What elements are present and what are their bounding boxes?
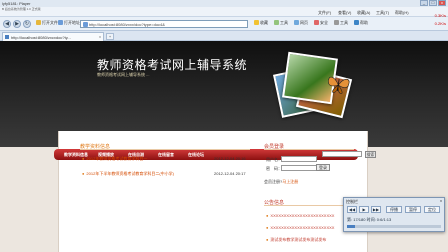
gear-icon [334,20,339,25]
list-item[interactable]: ● 2012年下半年教师资格考试教育学科目二(中小学) [82,171,174,177]
list-item-date: 2012-12-04 20:16 [214,156,246,161]
close-window-button[interactable]: x [438,0,446,6]
bullet-icon: ● [266,237,269,242]
open-file-button[interactable]: 打开文件 [36,20,58,26]
menu-view[interactable]: 查看(V) [338,10,351,16]
search-button[interactable]: 搜索 [365,151,376,158]
navigation-bar: ◀ ▶ ↻ 打开文件 打开地址 http://localhost:8080/zx… [0,17,448,31]
player-progress-track[interactable] [347,225,441,228]
menu-tools[interactable]: 工具(T) [376,10,389,16]
page-icon [83,22,88,27]
register-link[interactable]: 马上注册 [282,179,298,184]
toolbar-tools[interactable]: 工具 [274,20,288,26]
app-subtitle: B 后台系统为管理 1.0 正式版 [2,7,41,11]
rewind-button[interactable]: ◀◀ [347,206,357,213]
list-item-date: 2012-12-04 20:17 [214,171,246,176]
locate-button[interactable]: 定位 [424,206,440,213]
globe-icon [58,20,63,25]
net-speed-label-2: 0.2K/s [434,21,446,26]
help-icon [354,20,359,25]
toolbar-favorites[interactable]: 收藏 [254,20,268,26]
shield-icon [314,20,319,25]
favicon-icon [5,35,9,39]
page-menu-icon [294,20,299,25]
list-item[interactable]: ● XXXXXXXXXXXXXXXXXXXXXXXX [266,225,334,230]
register-prompt: 会员注册?马上注册 [264,179,299,184]
list-item[interactable]: ● XXXXXXXXXXXXXXXXXXXXXXXX [266,213,334,218]
site-title: 教师资格考试网上辅导系统 [97,58,248,72]
stop-button[interactable]: 停播 [386,206,402,213]
minimize-button[interactable]: _ [420,0,428,6]
player-progress-fill [347,225,355,228]
window-controls: _ □ x [420,0,446,6]
window-title: lyfy5181: Player [2,1,31,6]
menu-favorites[interactable]: 收藏(A) [357,10,370,16]
password-field[interactable] [281,165,317,171]
site-subtitle: 教师资格考试网上辅导系统 ... [97,72,150,77]
new-tab-button[interactable]: + [106,33,114,40]
list-item[interactable]: ● 2012年教师资格考试教育学科目一 [82,156,147,162]
menu-help[interactable]: 帮助(H) [395,10,409,16]
toolbar-help[interactable]: 帮助 [354,20,368,26]
address-bar[interactable]: http://localhost:8080/zxxx/doc?type=doc4… [80,20,248,28]
maximize-button[interactable]: □ [429,0,437,6]
open-url-button[interactable]: 打开地址 [58,20,80,26]
player-status-text: 第: 17/180 时间: 0:6/1:13 [347,217,392,222]
bullet-icon: ● [266,213,269,218]
menu-file[interactable]: 文件(F) [318,10,331,16]
back-button[interactable]: ◀ [3,20,11,28]
bullet-icon: ● [266,225,269,230]
window-titlebar: lyfy5181: Player B 后台系统为管理 1.0 正式版 _ □ x [0,0,448,7]
login-divider [264,149,354,150]
notice-divider [264,205,344,206]
header-photo-collage [255,51,355,131]
search-input[interactable] [322,151,362,157]
login-button[interactable]: 登录 [316,164,330,171]
menu-bar: B 后台系统为管理 1.0 正式版 文件(F) 查看(V) 收藏(A) 工具(T… [0,7,448,18]
tab-title: http://localhost:8080/zxcxdoc?ty... [11,35,71,40]
play-button[interactable]: ▶ [359,206,369,213]
nav-link-messages[interactable]: 在线留言 [158,152,174,158]
reload-button[interactable]: ↻ [23,20,31,28]
username-field[interactable] [281,156,317,162]
password-label: 密 码： [266,166,282,171]
bullet-icon: ● [82,171,85,176]
list-item[interactable]: ● 测试发布教学测试发布测试发布 [266,237,326,243]
materials-divider [80,149,250,150]
folder-icon [36,20,41,25]
tab-active[interactable]: http://localhost:8080/zxcxdoc?ty... x [2,32,104,41]
player-close-icon[interactable]: x [440,198,442,203]
tab-close-icon[interactable]: x [99,34,101,39]
player-control-panel[interactable]: 控制栏 x ◀◀ ▶ ▶▶ 停播 暂停 定位 第: 17/180 时间: 0:6… [343,197,445,232]
toolbar-page[interactable]: 网页 [294,20,308,26]
bullet-icon: ● [82,156,85,161]
tools-icon [274,20,279,25]
fast-forward-button[interactable]: ▶▶ [371,206,381,213]
pause-button[interactable]: 暂停 [405,206,421,213]
player-title: 控制栏 [346,199,358,204]
photo-butterfly [282,51,350,105]
butterfly-icon [328,76,350,94]
nav-link-forum[interactable]: 在线论坛 [188,152,204,158]
forward-button[interactable]: ▶ [13,20,21,28]
username-label: 用户名： [266,157,282,162]
tab-bar: http://localhost:8080/zxcxdoc?ty... x + [0,31,448,41]
toolbar-tools-2[interactable]: 工具 [334,20,348,26]
address-url: http://localhost:8080/zxxx/doc?type=doc4… [89,22,165,27]
toolbar-safety[interactable]: 安全 [314,20,328,26]
star-icon [254,20,259,25]
